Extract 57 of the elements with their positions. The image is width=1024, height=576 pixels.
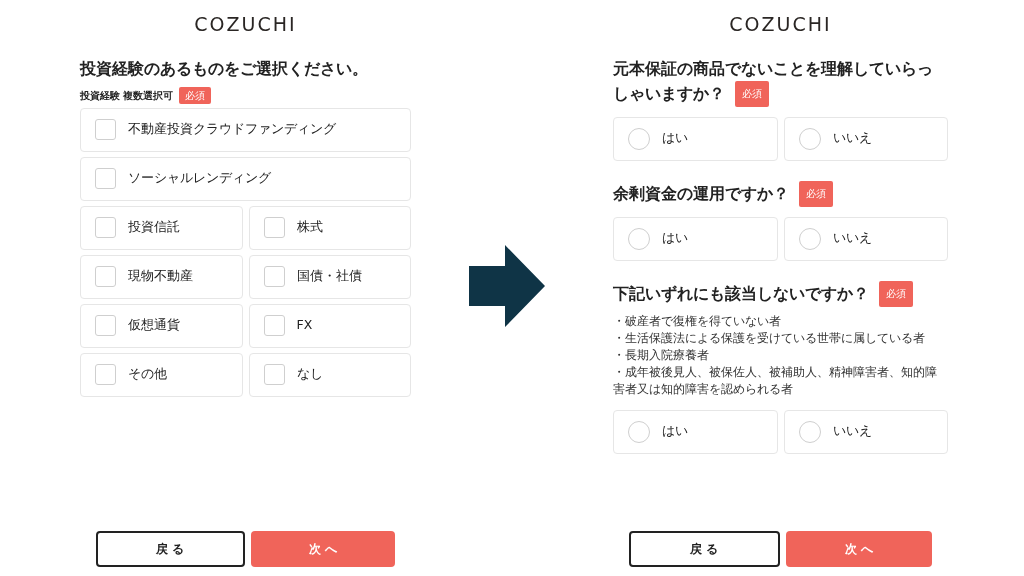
option-card[interactable]: はい <box>613 409 778 454</box>
checkbox[interactable] <box>95 266 116 287</box>
checkbox[interactable] <box>95 168 116 189</box>
back-button[interactable]: 戻 る <box>96 531 245 567</box>
option-card[interactable]: はい <box>613 216 778 261</box>
logo: COZUCHI <box>194 12 297 37</box>
option-label: なし <box>296 365 323 384</box>
option-card[interactable]: 現物不動産 <box>80 254 243 299</box>
question-title: 元本保証の商品でないことを理解していらっしゃいますか？ 必須 <box>613 56 948 107</box>
option-label: ソーシャルレンディング <box>128 169 271 188</box>
option-card[interactable]: なし <box>248 352 411 397</box>
option-card[interactable]: 不動産投資クラウドファンディング <box>80 107 411 152</box>
option-label: 株式 <box>296 218 323 237</box>
option-card[interactable]: はい <box>613 116 778 161</box>
option-card[interactable]: いいえ <box>783 216 948 261</box>
checkbox[interactable] <box>95 364 116 385</box>
arrow-icon <box>469 245 545 327</box>
option-card[interactable]: ソーシャルレンディング <box>80 156 411 201</box>
checkbox[interactable] <box>263 266 285 287</box>
checkbox[interactable] <box>263 364 285 385</box>
option-card[interactable]: 仮想通貨 <box>80 303 243 348</box>
option-label: 現物不動産 <box>128 267 193 286</box>
option-card[interactable]: 投資信託 <box>80 205 243 250</box>
option-label: はい <box>662 129 688 148</box>
note-text: ・生活保護法による保護を受けている世帯に属している者 <box>613 329 926 347</box>
option-label: その他 <box>128 365 167 384</box>
option-label: いいえ <box>832 229 872 248</box>
option-label: いいえ <box>832 422 872 441</box>
option-label: いいえ <box>832 129 872 148</box>
back-button[interactable]: 戻 る <box>629 531 780 567</box>
checkbox[interactable] <box>95 315 116 336</box>
option-label: 不動産投資クラウドファンディング <box>128 120 336 139</box>
note-text: ・成年被後見人、被保佐人、被補助人、精神障害者、知的障害者又は知的障害を認められる者 <box>613 363 938 398</box>
question-title: 余剰資金の運用ですか？ 必須 <box>613 180 948 207</box>
option-card[interactable]: その他 <box>80 352 243 397</box>
option-card[interactable]: いいえ <box>783 116 948 161</box>
option-label: FX <box>296 316 313 335</box>
checkbox[interactable] <box>263 315 285 336</box>
logo: COZUCHI <box>729 12 832 37</box>
checkbox[interactable] <box>263 217 285 238</box>
option-card[interactable]: いいえ <box>783 409 948 454</box>
option-label: はい <box>662 422 688 441</box>
option-label: 投資信託 <box>128 218 180 237</box>
option-label: はい <box>662 229 688 248</box>
required-badge: 必須 <box>179 86 212 104</box>
checkbox[interactable] <box>95 217 116 238</box>
note-text: ・破産者で復権を得ていない者 <box>613 312 782 330</box>
option-card[interactable]: FX <box>248 303 411 348</box>
option-card[interactable]: 株式 <box>248 205 411 250</box>
question-title: 投資経験のあるものをご選択ください。 <box>80 57 369 80</box>
option-card[interactable]: 国債・社債 <box>248 254 411 299</box>
option-label: 国債・社債 <box>296 267 362 286</box>
field-label: 投資経験 複数選択可 <box>80 88 174 103</box>
option-label: 仮想通貨 <box>128 316 180 335</box>
question-title: 下記いずれにも該当しないですか？ 必須 <box>613 280 948 307</box>
checkbox[interactable] <box>95 119 116 140</box>
note-text: ・長期入院療養者 <box>613 346 710 364</box>
